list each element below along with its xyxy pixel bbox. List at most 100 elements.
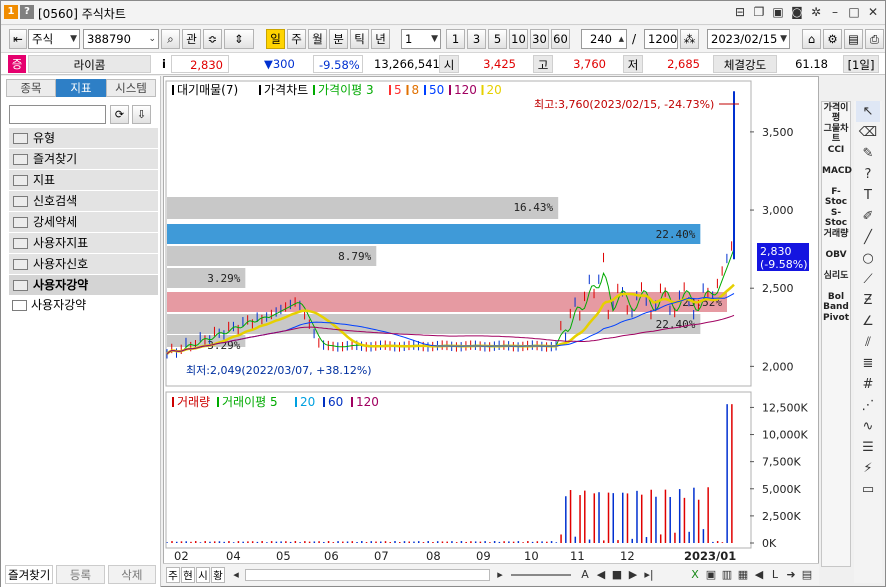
save-icon[interactable]: ▣ — [770, 4, 786, 20]
info-icon[interactable]: i — [157, 55, 167, 73]
text-icon[interactable]: T — [856, 185, 880, 206]
updown-stepper-icon[interactable]: ⇕ — [224, 29, 254, 49]
settings-gear-icon[interactable]: ✲ — [808, 4, 824, 20]
sidebar-pivot[interactable]: Pivot — [822, 312, 850, 333]
register-button[interactable]: 등록 — [56, 565, 105, 584]
tree-item-user-strength[interactable]: 사용자강약 — [9, 275, 158, 296]
building-icon[interactable]: ⌂ — [802, 29, 821, 49]
interval-3[interactable]: 3 — [467, 29, 486, 49]
minimize-to-tray-icon[interactable]: ⊟ — [732, 4, 748, 20]
tree-subitem-user-strength[interactable]: 사용자강약 — [9, 296, 158, 314]
copy-icon[interactable]: ❐ — [751, 4, 767, 20]
tree-item-user-signals[interactable]: 사용자신호 — [9, 254, 158, 275]
play-icon[interactable]: ▶ — [626, 567, 640, 583]
tab-indicators[interactable]: 지표 — [56, 79, 106, 97]
eraser-icon[interactable]: ⌫ — [856, 122, 880, 143]
period-year[interactable]: 년 — [371, 29, 390, 49]
angle-icon[interactable]: ∠ — [856, 311, 880, 332]
minimize-button[interactable]: – — [827, 4, 843, 20]
sidebar-obv[interactable]: OBV — [822, 249, 850, 270]
sidebar-cci[interactable]: CCI — [822, 144, 850, 165]
date-input[interactable]: 2023/02/15 ▼ — [707, 29, 790, 49]
search-icon[interactable]: ⌕ — [161, 29, 180, 49]
refresh-icon[interactable]: ⟳ — [110, 105, 129, 124]
sidebar-volume[interactable]: 거래량 — [822, 228, 850, 249]
app-icon[interactable]: 1 — [4, 5, 18, 19]
sync-icon[interactable]: ≎ — [203, 29, 222, 49]
circle-icon[interactable]: ○ — [856, 248, 880, 269]
print-icon[interactable]: ⎙ — [865, 29, 884, 49]
tab-stocks[interactable]: 종목 — [6, 79, 56, 97]
chart-canvas[interactable]: 16.43%22.40%8.79%3.29%23.52%22.40%3.29%3… — [164, 77, 820, 568]
font-icon[interactable]: A — [578, 567, 592, 583]
favorites-button[interactable]: 즐겨찾기 — [5, 565, 54, 584]
period-multiplier-select[interactable]: 1 ▼ — [401, 29, 441, 49]
sidebar-sstoc[interactable]: S-Stoc — [822, 207, 850, 228]
delete-button[interactable]: 삭제 — [107, 565, 156, 584]
split-icon[interactable]: ▦ — [736, 567, 750, 583]
period-month[interactable]: 월 — [308, 29, 327, 49]
window-icon[interactable]: ▭ — [856, 479, 880, 500]
download-icon[interactable]: ⇩ — [132, 105, 151, 124]
related-button[interactable]: 관 — [182, 29, 201, 49]
play-back-icon[interactable]: ◀ — [594, 567, 608, 583]
tab-systems[interactable]: 시스템 — [106, 79, 156, 97]
save-chart-icon[interactable]: ▤ — [844, 29, 863, 49]
indicator-search-input[interactable] — [9, 105, 106, 124]
horizontal-scrollbar[interactable] — [245, 569, 490, 581]
screenshot-icon[interactable]: ◙ — [789, 4, 805, 20]
period-tick[interactable]: 틱 — [350, 29, 369, 49]
chart-area[interactable]: 16.43% 22.40% 8.79% 3.29% 23.52% 22.40% 3.29% 3… — [163, 76, 819, 567]
sidebar-net-chart[interactable]: 그물차트 — [822, 123, 850, 144]
trend-icon[interactable]: ⟋ — [856, 269, 880, 290]
cursor-icon[interactable]: ↖ — [856, 101, 880, 122]
prev-stock-icon[interactable]: ⇤ — [9, 29, 27, 49]
total-count-input[interactable]: 1200 — [644, 29, 678, 49]
zigzag-icon[interactable]: Ƶ — [856, 290, 880, 311]
line-icon[interactable]: ╱ — [856, 227, 880, 248]
period-day[interactable]: 일 — [266, 29, 285, 49]
market-select[interactable]: 주식 ▼ — [28, 29, 80, 49]
count-input[interactable]: 240 ▲ — [581, 29, 627, 49]
tab-week-view[interactable]: 주 — [166, 567, 180, 583]
wave-icon[interactable]: ∿ — [856, 416, 880, 437]
settings-icon[interactable]: ⚙ — [823, 29, 842, 49]
channel-icon[interactable]: ⫽ — [856, 332, 880, 353]
forward-icon[interactable]: ➜ — [784, 567, 798, 583]
chart-type-icon[interactable]: ▥ — [720, 567, 734, 583]
maximize-button[interactable]: □ — [846, 4, 862, 20]
stock-code-input[interactable]: 388790 ⌄ — [83, 29, 159, 49]
tree-item-favorites[interactable]: 즐겨찾기 — [9, 149, 158, 170]
stop-icon[interactable]: ■ — [610, 567, 624, 583]
sidebar-psy[interactable]: 심리도 — [822, 270, 850, 291]
sidebar-macd[interactable]: MACD — [822, 165, 852, 186]
tree-item-strength[interactable]: 강세약세 — [9, 212, 158, 233]
interval-30[interactable]: 30 — [530, 29, 549, 49]
tree-item-indicators[interactable]: 지표 — [9, 170, 158, 191]
interval-10[interactable]: 10 — [509, 29, 528, 49]
grid-icon[interactable]: # — [856, 374, 880, 395]
scroll-left-icon[interactable]: ◂ — [229, 567, 243, 583]
all-erase-icon[interactable]: ✎ — [856, 143, 880, 164]
end-icon[interactable]: L — [768, 567, 782, 583]
tree-item-types[interactable]: 유형 — [9, 128, 158, 149]
tree-item-user-indicators[interactable]: 사용자지표 — [9, 233, 158, 254]
sidebar-ma[interactable]: 가격이평 — [822, 102, 850, 123]
help-icon[interactable]: ? — [20, 5, 34, 19]
excel-icon[interactable]: X — [688, 567, 702, 583]
sidebar-bollinger[interactable]: Bol Band — [822, 291, 850, 312]
interval-1[interactable]: 1 — [446, 29, 465, 49]
jump-end-icon[interactable]: ▸| — [642, 567, 656, 583]
fan-icon[interactable]: ⋰ — [856, 395, 880, 416]
zoom-icon[interactable]: ⁂ — [680, 29, 699, 49]
auto-icon[interactable]: ⚡ — [856, 458, 880, 479]
period-week[interactable]: 주 — [287, 29, 306, 49]
tab-market-view[interactable]: 시 — [196, 567, 210, 583]
tree-item-signal-search[interactable]: 신호검색 — [9, 191, 158, 212]
tab-status-view[interactable]: 황 — [211, 567, 225, 583]
save-image-icon[interactable]: ▣ — [704, 567, 718, 583]
fibo-icon[interactable]: ≣ — [856, 353, 880, 374]
help-icon[interactable]: ? — [856, 164, 880, 185]
interval-60[interactable]: 60 — [551, 29, 570, 49]
period-minute[interactable]: 분 — [329, 29, 348, 49]
